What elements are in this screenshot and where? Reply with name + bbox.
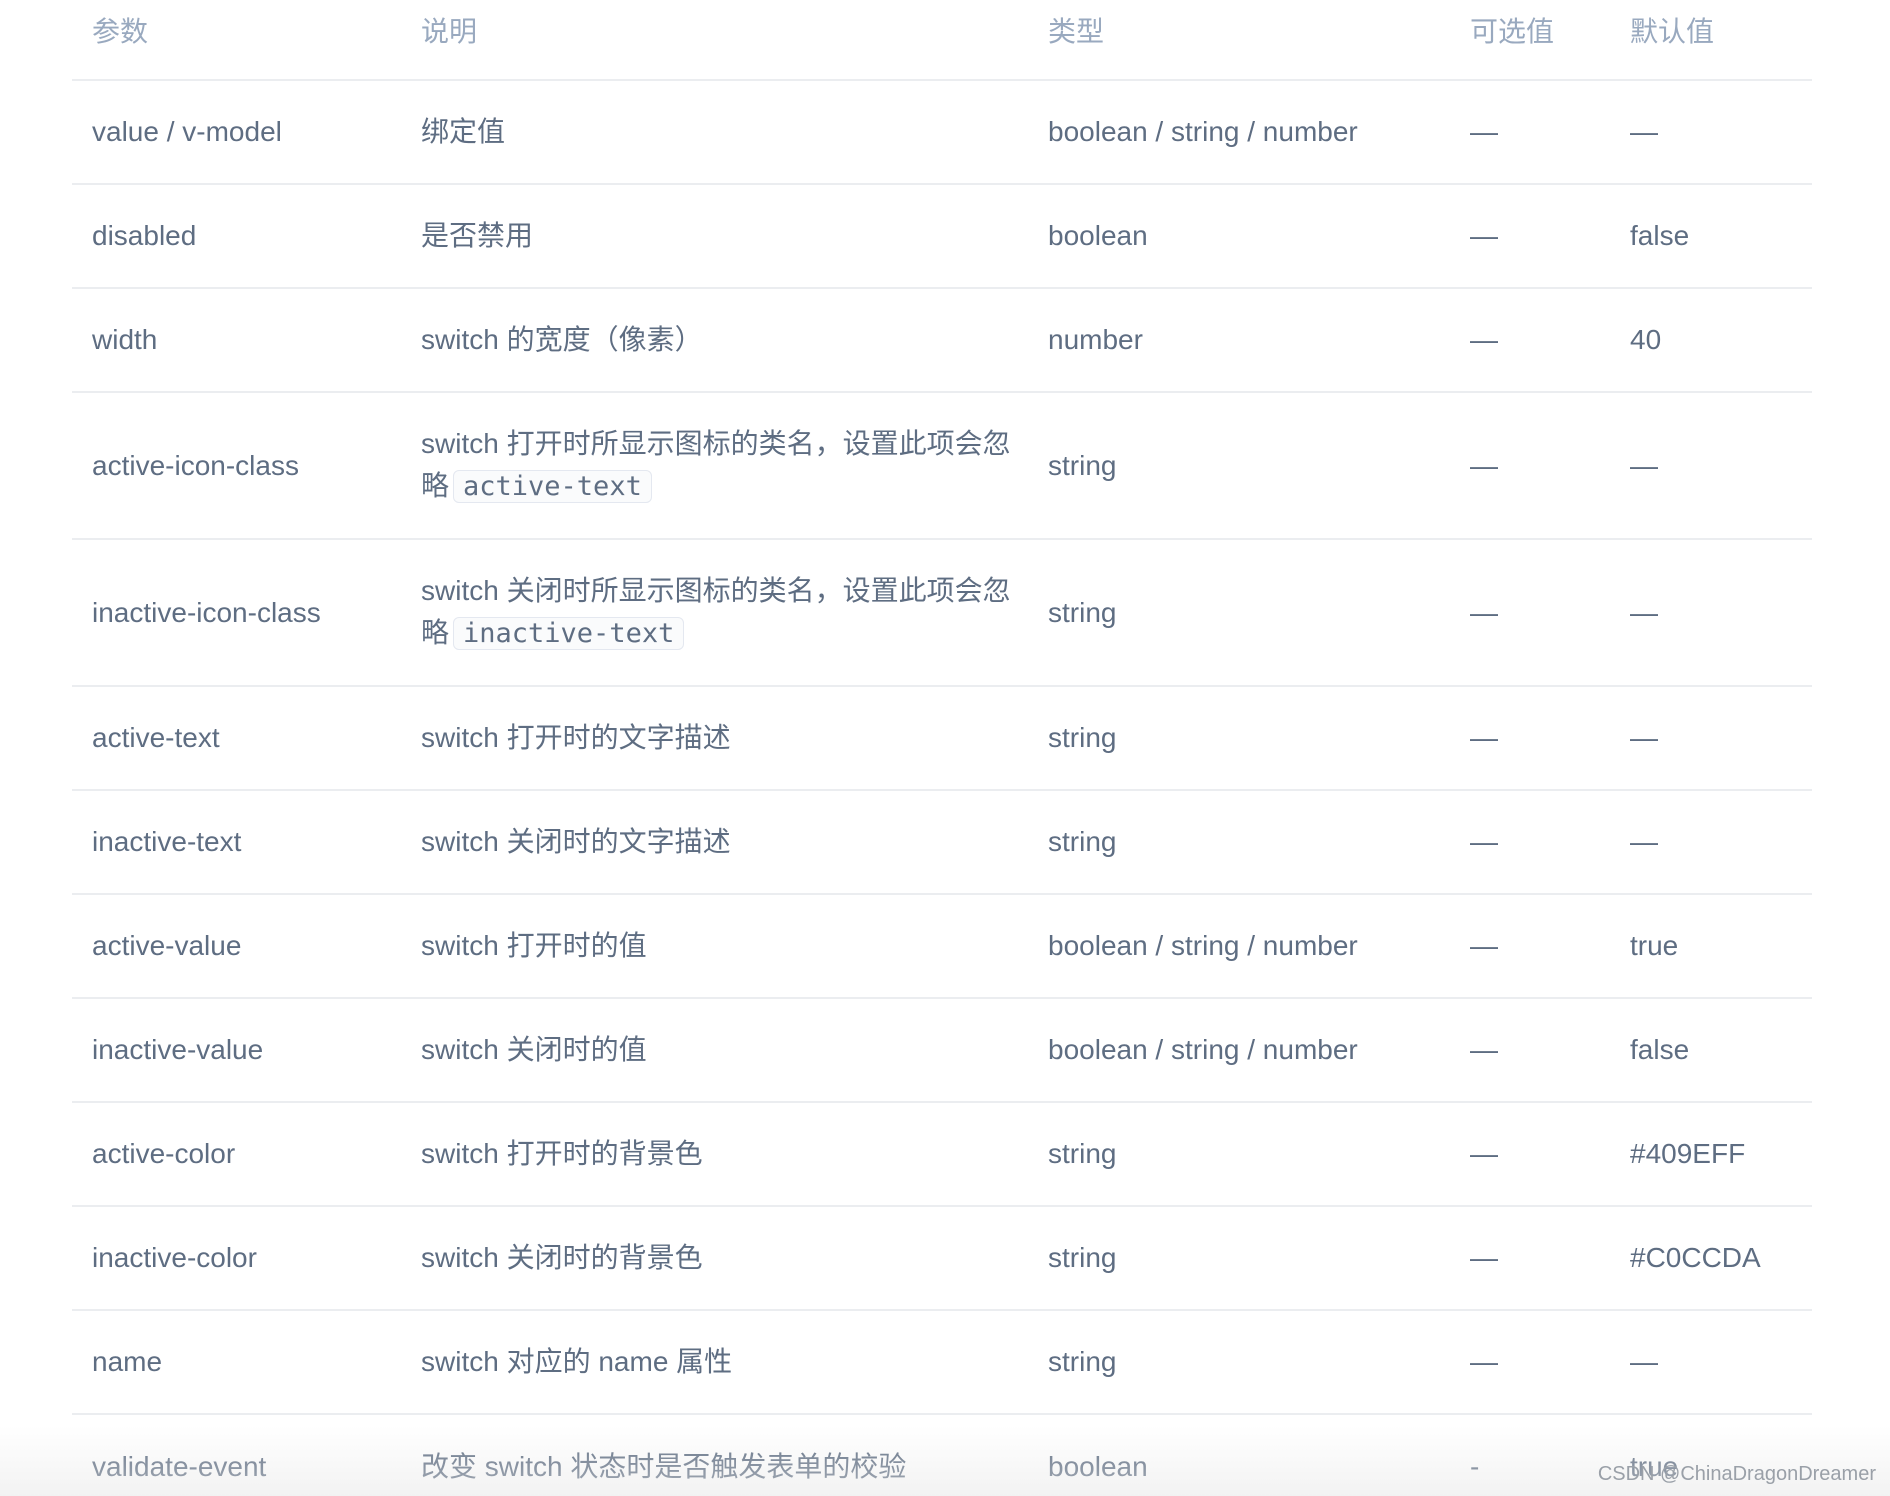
cell-type: boolean	[1048, 1450, 1148, 1482]
cell-type: string	[1028, 392, 1450, 540]
table-row: inactive-text switch 关闭时的文字描述 string — —	[72, 790, 1812, 895]
cell-description: switch 打开时的文字描述	[401, 686, 1028, 791]
cell-default: false	[1610, 184, 1812, 289]
cell-description: 是否禁用	[401, 184, 1028, 289]
cell-type: boolean	[1028, 184, 1450, 289]
cell-description: 绑定值	[401, 80, 1028, 185]
cell-options: —	[1450, 686, 1610, 791]
cell-param: name	[72, 1310, 401, 1415]
cell-param: value / v-model	[72, 80, 401, 185]
cell-type: string	[1028, 1102, 1450, 1207]
cell-param: inactive-value	[72, 998, 401, 1103]
cell-default: #C0CCDA	[1610, 1206, 1812, 1311]
cell-description: switch 打开时的背景色	[401, 1102, 1028, 1207]
cell-param: width	[72, 288, 401, 393]
cell-default: 40	[1610, 288, 1812, 393]
header-options: 可选值	[1450, 0, 1610, 81]
cell-description: switch 关闭时的值	[401, 998, 1028, 1103]
table-row: inactive-color switch 关闭时的背景色 string — #…	[72, 1206, 1812, 1311]
cell-type: number	[1028, 288, 1450, 393]
cell-options: —	[1450, 1310, 1610, 1415]
cell-description: switch 关闭时的背景色	[401, 1206, 1028, 1311]
cell-param: active-text	[72, 686, 401, 791]
table-row: validate-event 改变 switch 状态时是否触发表单的校验 bo…	[72, 1414, 1812, 1496]
cell-default: —	[1610, 686, 1812, 791]
cell-default: false	[1610, 998, 1812, 1103]
cell-default: #409EFF	[1610, 1102, 1812, 1207]
table-row: inactive-icon-class switch 关闭时所显示图标的类名，设…	[72, 539, 1812, 687]
table-row: value / v-model 绑定值 boolean / string / n…	[72, 80, 1812, 185]
cell-type: string	[1028, 686, 1450, 791]
cell-param: active-color	[72, 1102, 401, 1207]
table-header-row: 参数 说明 类型 可选值 默认值	[72, 0, 1812, 81]
header-param: 参数	[72, 0, 401, 81]
cell-type: string	[1028, 539, 1450, 687]
header-description: 说明	[401, 0, 1028, 81]
table-row: active-icon-class switch 打开时所显示图标的类名，设置此…	[72, 392, 1812, 540]
attributes-table: 参数 说明 类型 可选值 默认值 value / v-model 绑定值 boo…	[72, 0, 1812, 1496]
table-row: active-color switch 打开时的背景色 string — #40…	[72, 1102, 1812, 1207]
cell-type: string	[1028, 1310, 1450, 1415]
watermark-text: CSDN @ChinaDragonDreamer	[1597, 1463, 1876, 1485]
inline-code: inactive-text	[453, 617, 685, 650]
cell-description: 改变 switch 状态时是否触发表单的校验	[421, 1450, 907, 1482]
cell-type: boolean / string / number	[1028, 998, 1450, 1103]
table-row: active-text switch 打开时的文字描述 string — —	[72, 686, 1812, 791]
table-row: inactive-value switch 关闭时的值 boolean / st…	[72, 998, 1812, 1103]
cell-options: —	[1450, 1206, 1610, 1311]
cell-default: true	[1610, 894, 1812, 999]
table-row: name switch 对应的 name 属性 string — —	[72, 1310, 1812, 1415]
cell-options: —	[1450, 392, 1610, 540]
cell-param: active-icon-class	[72, 392, 401, 540]
cell-options: —	[1450, 539, 1610, 687]
cell-options: -	[1470, 1450, 1480, 1482]
cell-options: —	[1450, 894, 1610, 999]
cell-default: —	[1610, 80, 1812, 185]
cell-options: —	[1450, 80, 1610, 185]
cell-default: —	[1610, 1310, 1812, 1415]
cell-type: boolean / string / number	[1028, 80, 1450, 185]
header-default: 默认值	[1610, 0, 1812, 81]
cell-type: string	[1028, 790, 1450, 895]
cell-param: active-value	[72, 894, 401, 999]
cell-description: switch 打开时所显示图标的类名，设置此项会忽略 active-text	[401, 392, 1028, 540]
cell-default: —	[1610, 790, 1812, 895]
cell-options: —	[1450, 1102, 1610, 1207]
attributes-table-container: 参数 说明 类型 可选值 默认值 value / v-model 绑定值 boo…	[72, 0, 1812, 1496]
table-row: active-value switch 打开时的值 boolean / stri…	[72, 894, 1812, 999]
cell-default: —	[1610, 539, 1812, 687]
cell-description: switch 的宽度（像素）	[401, 288, 1028, 393]
header-type: 类型	[1028, 0, 1450, 81]
table-row: width switch 的宽度（像素） number — 40	[72, 288, 1812, 393]
table-row: disabled 是否禁用 boolean — false	[72, 184, 1812, 289]
cell-description: switch 关闭时所显示图标的类名，设置此项会忽略 inactive-text	[401, 539, 1028, 687]
cell-param: validate-event	[92, 1450, 267, 1482]
cell-param: inactive-text	[72, 790, 401, 895]
cell-type: string	[1028, 1206, 1450, 1311]
cell-type: boolean / string / number	[1028, 894, 1450, 999]
cell-options: —	[1450, 288, 1610, 393]
cell-options: —	[1450, 998, 1610, 1103]
cell-param: inactive-icon-class	[72, 539, 401, 687]
cell-options: —	[1450, 790, 1610, 895]
cell-param: inactive-color	[72, 1206, 401, 1311]
cell-description: switch 打开时的值	[401, 894, 1028, 999]
inline-code: active-text	[453, 470, 652, 503]
cell-default: —	[1610, 392, 1812, 540]
cell-param: disabled	[72, 184, 401, 289]
cell-description: switch 对应的 name 属性	[401, 1310, 1028, 1415]
cell-description: switch 关闭时的文字描述	[401, 790, 1028, 895]
cell-options: —	[1450, 184, 1610, 289]
